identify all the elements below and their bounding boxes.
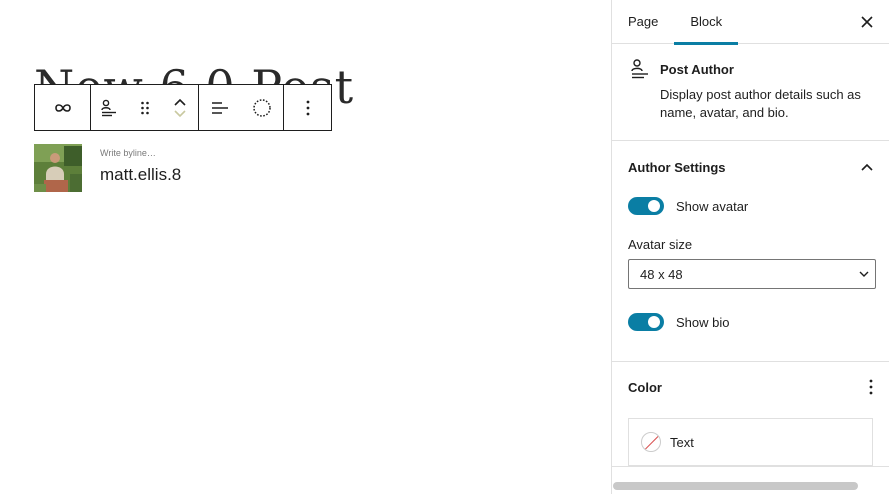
editor-canvas: New 6.0 Post [0, 0, 611, 494]
author-details: Write byline… matt.ellis.8 [100, 144, 181, 192]
toolbar-group-options [283, 84, 332, 131]
toolbar-group-link [34, 84, 91, 131]
drag-handle-button[interactable] [127, 85, 163, 130]
show-avatar-toggle[interactable] [628, 197, 664, 215]
post-author-block-button[interactable] [91, 85, 127, 130]
block-card-content: Post Author Display post author details … [660, 60, 889, 122]
show-avatar-row: Show avatar [628, 195, 873, 217]
avatar-size-label: Avatar size [628, 237, 693, 252]
show-bio-label: Show bio [676, 314, 730, 330]
color-item-label: Text [670, 434, 694, 450]
author-settings-panel: Author Settings Show avatar Avatar size … [612, 141, 889, 362]
byline-input[interactable]: Write byline… [100, 148, 181, 158]
more-options-button[interactable] [284, 85, 331, 130]
block-card: Post Author Display post author details … [612, 44, 889, 141]
toggle-knob [648, 316, 660, 328]
text-color-item[interactable]: Text [628, 418, 873, 466]
show-bio-row: Show bio [628, 311, 873, 333]
block-icon-wrap [630, 58, 650, 122]
show-avatar-label: Show avatar [676, 198, 749, 214]
block-toolbar [34, 84, 332, 131]
avatar-size-value: 48 x 48 [640, 266, 683, 282]
color-panel: Color Text [612, 362, 889, 467]
duotone-button[interactable] [241, 85, 283, 130]
tab-page[interactable]: Page [612, 0, 674, 44]
drag-handle-icon [140, 101, 149, 114]
settings-sidebar: Page Block Post Author Display post auth… [611, 0, 889, 494]
block-mover [162, 85, 198, 130]
circle-dotted-icon [253, 98, 271, 117]
chevron-down-icon [859, 271, 869, 277]
toggle-knob [648, 200, 660, 212]
author-settings-toggle[interactable]: Author Settings [628, 141, 873, 193]
toolbar-group-format [198, 84, 284, 131]
post-author-icon [631, 59, 648, 79]
move-up-icon[interactable] [174, 98, 186, 106]
move-down-icon[interactable] [174, 109, 186, 118]
show-bio-toggle[interactable] [628, 313, 664, 331]
link-icon [54, 103, 71, 112]
close-icon [861, 16, 873, 28]
panel-title: Author Settings [628, 159, 726, 175]
horizontal-scrollbar[interactable] [613, 482, 858, 490]
avatar-size-select[interactable]: 48 x 48 [628, 259, 876, 289]
panel-title: Color [628, 379, 662, 395]
align-button[interactable] [199, 85, 241, 130]
avatar [34, 144, 82, 192]
sidebar-tabs: Page Block [612, 0, 889, 45]
close-sidebar-button[interactable] [857, 12, 877, 32]
author-name: matt.ellis.8 [100, 165, 182, 184]
chevron-up-icon [861, 163, 873, 171]
block-title: Post Author [660, 62, 734, 77]
color-panel-header: Color [628, 362, 873, 412]
align-left-icon [212, 101, 228, 114]
link-button[interactable] [35, 85, 90, 130]
post-author-block[interactable]: Write byline… matt.ellis.8 [34, 144, 181, 192]
color-swatch-icon [641, 432, 661, 452]
post-author-icon [101, 99, 116, 116]
block-description: Display post author details such as name… [660, 87, 861, 120]
more-options-icon [306, 100, 309, 115]
toolbar-group-block [90, 84, 199, 131]
tab-block[interactable]: Block [674, 0, 738, 45]
more-options-icon[interactable] [869, 379, 873, 395]
